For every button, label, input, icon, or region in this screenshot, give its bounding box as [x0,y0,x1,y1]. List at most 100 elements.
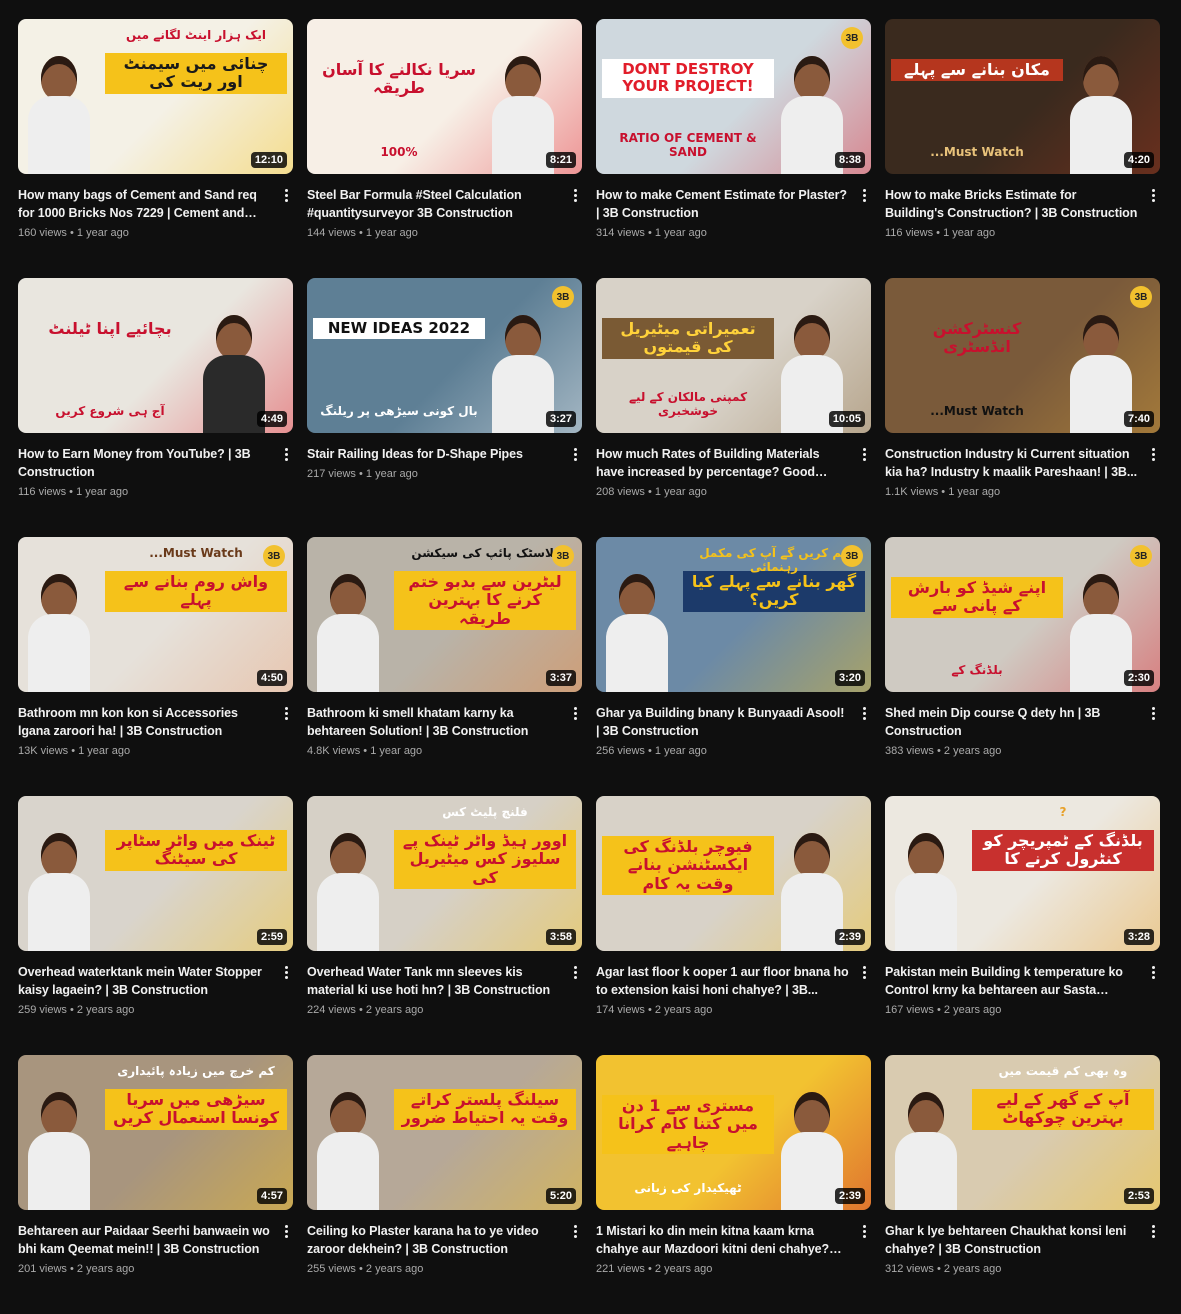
video-thumbnail[interactable]: بچائیے اپنا ٹیلنٹ آج ہی شروع کریں 4:49 [18,278,293,433]
video-title[interactable]: Bathroom ki smell khatam karny ka behtar… [307,704,560,740]
view-count: 383 views [885,745,934,757]
video-meta: How much Rates of Building Materials hav… [596,433,871,498]
video-thumbnail[interactable]: چنائی میں سیمنٹ اور ریت کی ایک ہزار اینٹ… [18,19,293,174]
presenter-figure [781,56,843,174]
video-title[interactable]: Overhead waterktank mein Water Stopper k… [18,963,271,999]
video-title[interactable]: Stair Railing Ideas for D-Shape Pipes [307,445,560,463]
video-thumbnail[interactable]: اوور ہیڈ واٹر ٹینک پے سلیوز کس میٹیریل ک… [307,796,582,951]
video-title[interactable]: 1 Mistari ko din mein kitna kaam krna ch… [596,1222,849,1258]
video-title[interactable]: How many bags of Cement and Sand req for… [18,186,271,222]
video-thumbnail[interactable]: بلڈنگ کے ٹمپریچر کو کنٹرول کرنے کا ? 3:2… [885,796,1160,951]
more-actions-icon[interactable] [857,184,871,206]
more-actions-icon[interactable] [857,443,871,465]
stats-separator: • [358,1263,366,1275]
more-actions-icon[interactable] [857,1220,871,1242]
stats-separator: • [358,1004,366,1016]
thumbnail-overlay-subtext: بلڈنگ کے [951,663,1003,678]
stats-separator: • [936,1263,944,1275]
more-actions-icon[interactable] [857,961,871,983]
video-title[interactable]: How to Earn Money from YouTube? | 3B Con… [18,445,271,481]
more-actions-icon[interactable] [1146,1220,1160,1242]
more-actions-icon[interactable] [1146,702,1160,724]
video-title[interactable]: How much Rates of Building Materials hav… [596,445,849,481]
presenter-figure [492,315,554,433]
video-card: بچائیے اپنا ٹیلنٹ آج ہی شروع کریں 4:49 H… [18,278,293,537]
video-title[interactable]: Pakistan mein Building k temperature ko … [885,963,1138,999]
video-title[interactable]: Agar last floor k ooper 1 aur floor bnan… [596,963,849,999]
more-actions-icon[interactable] [857,702,871,724]
stats-separator: • [647,1263,655,1275]
more-actions-icon[interactable] [568,961,582,983]
video-thumbnail[interactable]: گھر بنانے سے پہلے کیا کریں؟ ہم کریں گے آ… [596,537,871,692]
video-thumbnail[interactable]: سیلنگ پلستر کراتے وقت یہ احتیاط ضرور 5:2… [307,1055,582,1210]
video-title[interactable]: How to make Cement Estimate for Plaster?… [596,186,849,222]
video-title[interactable]: Ghar ya Building bnany k Bunyaadi Asool!… [596,704,849,740]
video-card: تعمیراتی میٹیریل کی قیمتوں کمپنی مالکان … [596,278,871,537]
video-thumbnail[interactable]: ٹینک میں واٹر سٹاپر کی سیٹنگ 2:59 [18,796,293,951]
more-actions-icon[interactable] [279,1220,293,1242]
video-thumbnail[interactable]: DONT DESTROY YOUR PROJECT! RATIO OF CEME… [596,19,871,174]
video-thumbnail[interactable]: لیٹرین سے بدبو ختم کرنے کا بہترین طریقہ … [307,537,582,692]
more-actions-icon[interactable] [1146,443,1160,465]
video-stats: 314 views • 1 year ago [596,227,849,239]
video-title[interactable]: How to make Bricks Estimate for Building… [885,186,1138,222]
video-thumbnail[interactable]: آپ کے گھر کے لیے بہترین چوکھاٹ وہ بھی کم… [885,1055,1160,1210]
video-card: بلڈنگ کے ٹمپریچر کو کنٹرول کرنے کا ? 3:2… [885,796,1160,1055]
video-title[interactable]: Overhead Water Tank mn sleeves kis mater… [307,963,560,999]
duration-badge: 2:53 [1123,1188,1154,1204]
more-actions-icon[interactable] [279,702,293,724]
video-thumbnail[interactable]: NEW IDEAS 2022 بال کونی سیڑھی پر ریلنگ 3… [307,278,582,433]
video-meta: Overhead Water Tank mn sleeves kis mater… [307,951,582,1016]
video-thumbnail[interactable]: مستری سے 1 دن میں کتنا کام کرانا چاہیے ٹ… [596,1055,871,1210]
presenter-figure [317,574,379,692]
presenter-figure [28,1092,90,1210]
duration-badge: 3:20 [834,670,865,686]
thumbnail-overlay-text: فیوچر بلڈنگ کی ایکسٹنشن بنانے وقت یہ کام [602,836,774,896]
more-actions-icon[interactable] [279,961,293,983]
channel-logo-badge: 3B [1130,545,1152,567]
thumbnail-overlay-text: DONT DESTROY YOUR PROJECT! [602,59,774,98]
more-actions-icon[interactable] [1146,961,1160,983]
upload-age: 1 year ago [365,468,418,480]
video-thumbnail[interactable]: اپنے شیڈ کو بارش کے پانی سے بلڈنگ کے 3B … [885,537,1160,692]
more-actions-icon[interactable] [568,443,582,465]
video-thumbnail[interactable]: سیڑھی میں سریا کونسا استعمال کریں کم خرچ… [18,1055,293,1210]
presenter-figure [781,833,843,951]
presenter-figure [203,315,265,433]
video-title[interactable]: Ceiling ko Plaster karana ha to ye video… [307,1222,560,1258]
video-stats: 383 views • 2 years ago [885,745,1138,757]
video-thumbnail[interactable]: فیوچر بلڈنگ کی ایکسٹنشن بنانے وقت یہ کام… [596,796,871,951]
video-card: کنسٹرکشن انڈسٹری Must Watch... 3B 7:40 C… [885,278,1160,537]
video-stats: 224 views • 2 years ago [307,1004,560,1016]
upload-age: 1 year ago [76,227,129,239]
video-stats: 221 views • 2 years ago [596,1263,849,1275]
video-title[interactable]: Steel Bar Formula #Steel Calculation #qu… [307,186,560,222]
video-thumbnail[interactable]: مکان بنانے سے پہلے Must Watch... 4:20 [885,19,1160,174]
video-title[interactable]: Shed mein Dip course Q dety hn | 3B Cons… [885,704,1138,740]
presenter-figure [1070,315,1132,433]
video-stats: 4.8K views • 1 year ago [307,745,560,757]
view-count: 259 views [18,1004,67,1016]
video-title[interactable]: Bathroom mn kon kon si Accessories lgana… [18,704,271,740]
video-thumbnail[interactable]: تعمیراتی میٹیریل کی قیمتوں کمپنی مالکان … [596,278,871,433]
video-thumbnail[interactable]: کنسٹرکشن انڈسٹری Must Watch... 3B 7:40 [885,278,1160,433]
video-thumbnail[interactable]: سریا نکالنے کا آسان طریقہ 100% 8:21 [307,19,582,174]
video-title[interactable]: Construction Industry ki Current situati… [885,445,1138,481]
video-title[interactable]: Ghar k lye behtareen Chaukhat konsi leni… [885,1222,1138,1258]
video-title[interactable]: Behtareen aur Paidaar Seerhi banwaein wo… [18,1222,271,1258]
more-actions-icon[interactable] [568,702,582,724]
video-meta: Ghar ya Building bnany k Bunyaadi Asool!… [596,692,871,757]
more-actions-icon[interactable] [568,184,582,206]
stats-separator: • [936,1004,944,1016]
thumbnail-overlay-subtext: ٹھیکیدار کی زبانی [634,1181,742,1196]
thumbnail-overlay-text: گھر بنانے سے پہلے کیا کریں؟ [683,571,865,612]
video-stats: 1.1K views • 1 year ago [885,486,1138,498]
more-actions-icon[interactable] [568,1220,582,1242]
video-thumbnail[interactable]: واش روم بنانے سے پہلے Must Watch... 3B 4… [18,537,293,692]
stats-separator: • [647,486,655,498]
upload-age: 1 year ago [654,486,707,498]
more-actions-icon[interactable] [1146,184,1160,206]
more-actions-icon[interactable] [279,184,293,206]
presenter-figure [28,574,90,692]
more-actions-icon[interactable] [279,443,293,465]
